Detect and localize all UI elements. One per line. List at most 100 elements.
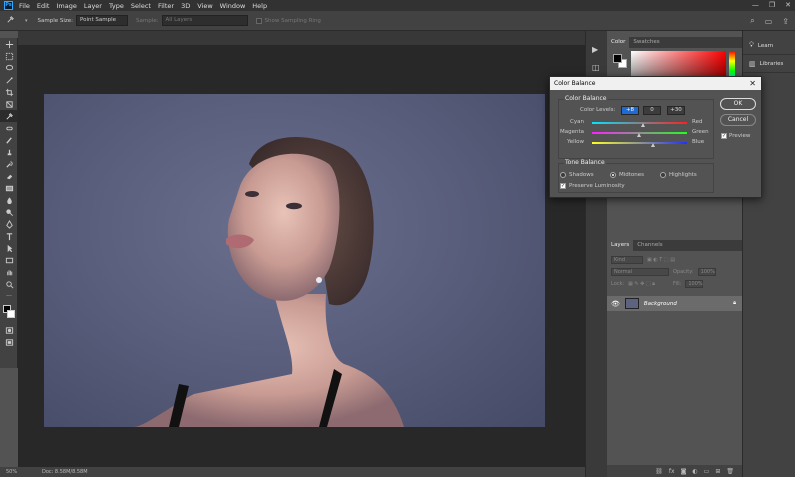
close-icon[interactable]: ✕ [785,0,791,11]
color-balance-group-title: Color Balance [564,95,608,102]
tab-layers[interactable]: Layers [607,240,634,251]
layer-kind-filter[interactable]: Kind [611,256,643,264]
menu-file[interactable]: File [19,2,30,10]
history-icon[interactable]: ▶ [592,45,602,55]
adjustment-layer-icon[interactable]: ◐ [692,468,697,475]
visibility-eye-icon[interactable]: 👁︎ [611,300,620,308]
ok-button[interactable]: OK [720,98,756,110]
tab-swatches[interactable]: Swatches [629,37,663,48]
add-mask-icon[interactable]: ◙ [681,468,687,475]
marquee-tool-icon[interactable] [0,50,18,62]
layers-footer: ⛓︎ fx ◙ ◐ ▭ ⊞ 🗑︎ [607,465,742,477]
highlights-radio[interactable] [660,172,666,178]
clone-stamp-tool-icon[interactable] [0,146,18,158]
sample-size-select[interactable]: Point Sample [76,15,129,26]
menu-3d[interactable]: 3D [181,2,190,10]
eyedropper-tool-icon[interactable] [6,15,15,26]
gradient-tool-icon[interactable] [0,182,18,194]
doc-size[interactable]: Doc: 8.58M/8.58M [42,469,88,475]
libraries-item[interactable]: ▥ Libraries [743,55,795,73]
share-icon[interactable]: ⇪ [782,17,789,26]
zoom-level[interactable]: 50% [6,469,42,475]
restore-icon[interactable]: ❐ [769,0,775,11]
move-tool-icon[interactable] [0,38,18,50]
slider-label-yellow: Yellow [567,139,584,145]
slider-thumb-cyan[interactable] [640,123,645,127]
midtones-radio[interactable] [610,172,616,178]
brush-tool-icon[interactable] [0,134,18,146]
menu-image[interactable]: Image [56,2,76,10]
type-tool-icon[interactable] [0,230,18,242]
properties-icon[interactable]: ◫ [592,63,602,73]
fill-input[interactable]: 100% [685,280,704,288]
slider-yellow-blue[interactable] [592,142,687,144]
blend-mode-select[interactable]: Normal [611,268,669,276]
lock-icons[interactable]: ▦ ✎ ✥ ⬚ 🔒︎ [628,281,655,287]
tab-channels[interactable]: Channels [633,240,666,251]
shadows-radio[interactable] [560,172,566,178]
slider-thumb-yellow[interactable] [651,143,656,147]
more-tools-icon[interactable]: ··· [0,290,18,302]
dialog-close-icon[interactable]: ✕ [749,77,756,90]
tool-preset-dropdown-icon[interactable]: ▾ [25,18,28,24]
dodge-tool-icon[interactable] [0,206,18,218]
foreground-color-swatch[interactable] [613,54,622,63]
menu-window[interactable]: Window [220,2,246,10]
preserve-luminosity-label: Preserve Luminosity [569,183,625,189]
level-cyan-red-input[interactable]: +8 [621,106,639,115]
screen-mode-icon[interactable] [0,336,18,348]
blur-tool-icon[interactable] [0,194,18,206]
default-colors-icon[interactable] [0,302,18,324]
new-layer-icon[interactable]: ⊞ [715,468,720,475]
trash-icon[interactable]: 🗑︎ [726,468,734,475]
tab-color[interactable]: Color [607,37,630,48]
slider-cyan-red[interactable] [592,122,687,124]
eraser-tool-icon[interactable] [0,170,18,182]
level-magenta-green-input[interactable]: 0 [643,106,661,115]
image-canvas[interactable] [44,94,545,427]
menu-help[interactable]: Help [252,2,267,10]
menu-filter[interactable]: Filter [158,2,174,10]
menu-layer[interactable]: Layer [84,2,102,10]
quick-mask-icon[interactable] [0,324,18,336]
zoom-tool-icon[interactable] [0,278,18,290]
rectangle-tool-icon[interactable] [0,254,18,266]
crop-tool-icon[interactable] [0,86,18,98]
layer-row-background[interactable]: 👁︎ Background 🔒︎ [607,296,742,311]
opacity-label: Opacity: [673,269,694,275]
sample-select[interactable]: All Layers [161,15,248,26]
slider-label-magenta: Magenta [559,129,584,135]
filter-icons[interactable]: ▣ ◐ T ⬚ ▤ [647,257,675,263]
show-sampling-ring-checkbox[interactable] [255,17,262,24]
minimize-icon[interactable]: — [752,0,759,11]
link-layers-icon[interactable]: ⛓︎ [655,468,663,475]
history-brush-tool-icon[interactable] [0,158,18,170]
layer-filter-row: Kind ▣ ◐ T ⬚ ▤ [607,254,742,266]
layer-name[interactable]: Background [644,301,677,307]
sample-label: Sample: [136,17,159,24]
frame-tool-icon[interactable] [0,98,18,110]
workspace-icon[interactable]: ▭ [765,17,773,26]
hand-tool-icon[interactable] [0,266,18,278]
opacity-input[interactable]: 100% [697,268,716,276]
menu-view[interactable]: View [197,2,212,10]
preserve-luminosity-checkbox[interactable]: ✓ [560,183,566,189]
preview-checkbox[interactable]: ✓ [721,133,727,139]
lasso-tool-icon[interactable] [0,62,18,74]
level-yellow-blue-input[interactable]: +30 [667,106,685,115]
slider-thumb-magenta[interactable] [637,133,641,137]
magic-wand-tool-icon[interactable] [0,74,18,86]
path-selection-tool-icon[interactable] [0,242,18,254]
pen-tool-icon[interactable] [0,218,18,230]
fg-bg-swatches[interactable] [613,54,627,68]
cancel-button[interactable]: Cancel [720,114,756,126]
search-icon[interactable]: ⌕ [750,16,754,26]
eyedropper-tool-icon[interactable] [0,110,18,122]
menu-edit[interactable]: Edit [37,2,50,10]
learn-item[interactable]: 💡︎ Learn [743,37,795,55]
menu-type[interactable]: Type [109,2,124,10]
new-group-icon[interactable]: ▭ [704,468,710,475]
menu-select[interactable]: Select [131,2,151,10]
fx-icon[interactable]: fx [669,468,675,475]
healing-brush-tool-icon[interactable] [0,122,18,134]
